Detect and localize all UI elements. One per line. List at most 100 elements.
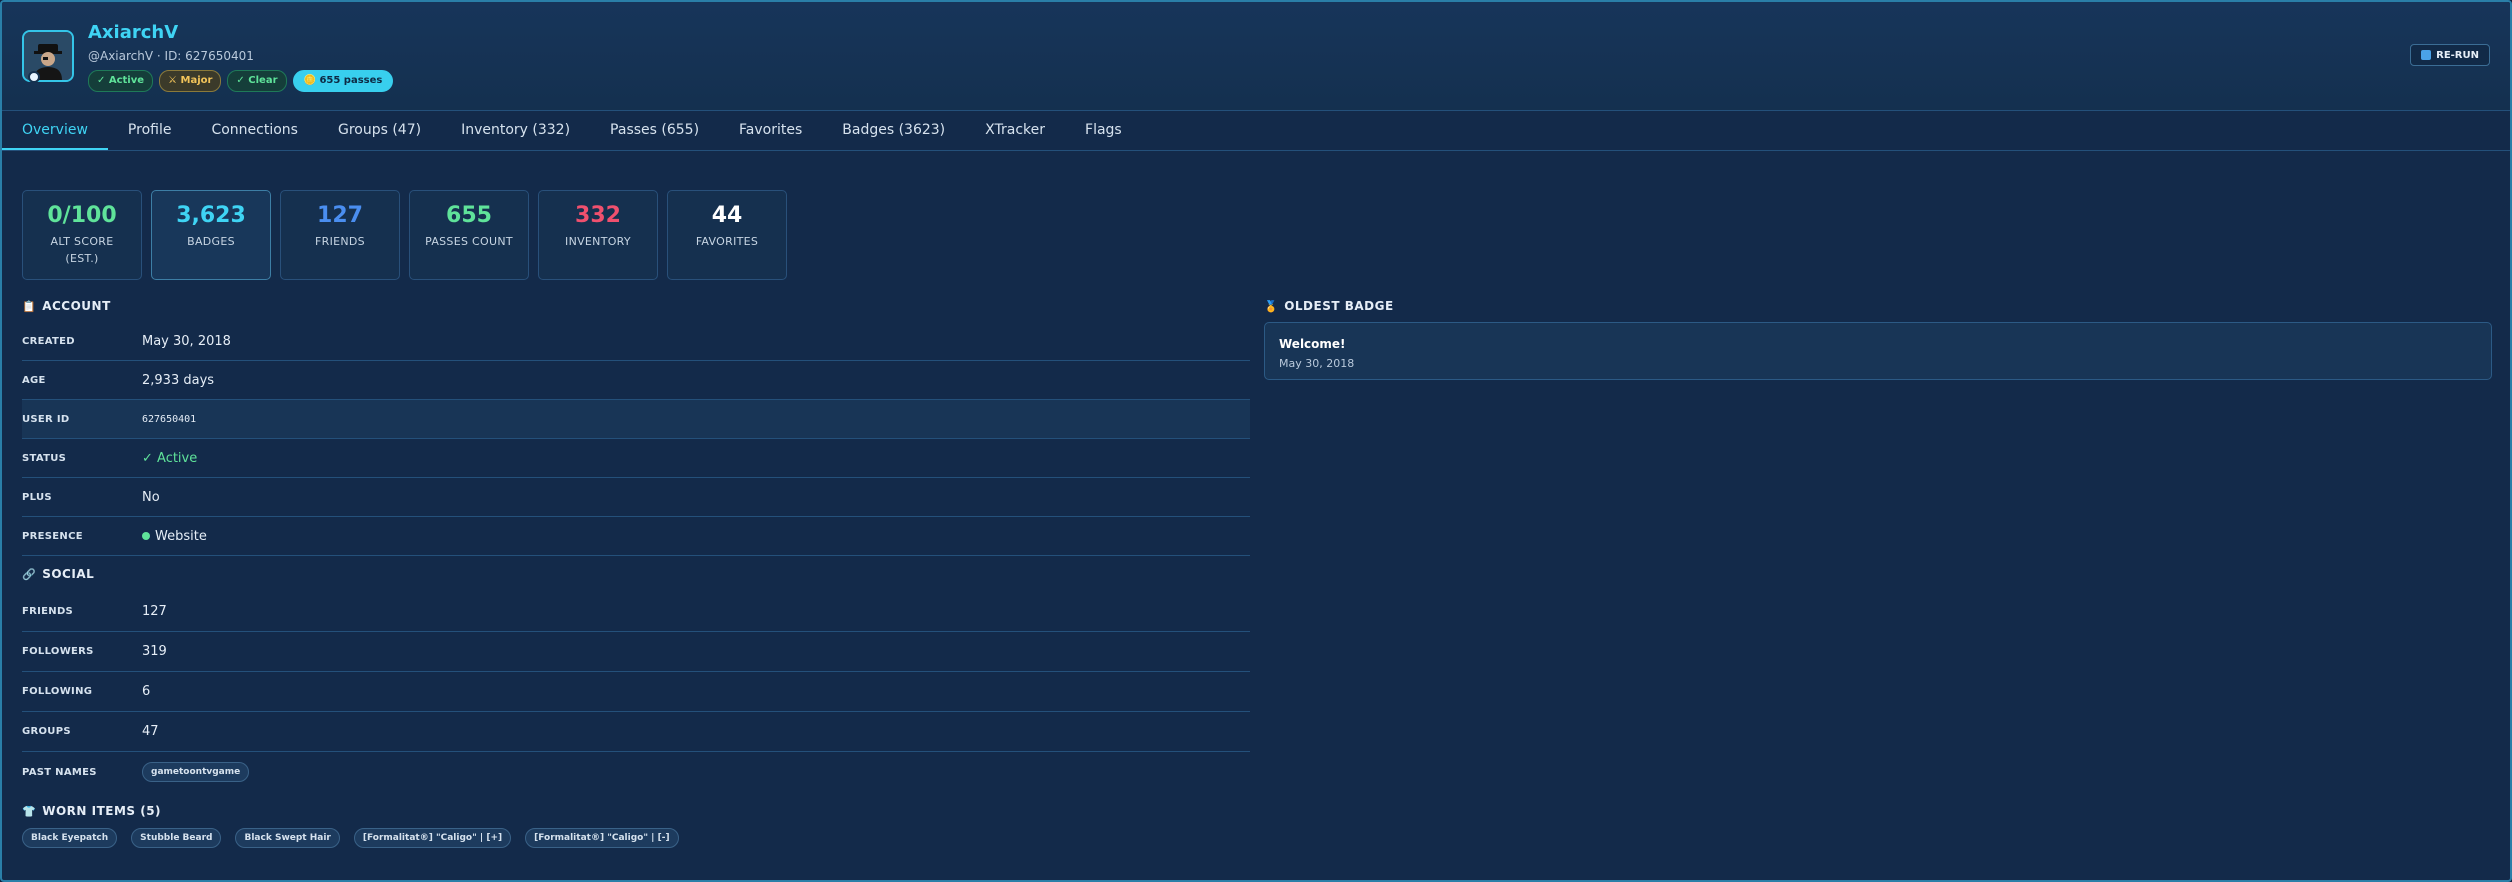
tab-overview[interactable]: Overview	[2, 110, 108, 150]
stat-value: 0/100	[47, 203, 117, 228]
tab-bar: Overview Profile Connections Groups (47)…	[2, 110, 2510, 151]
table-row: FRIENDS 127	[22, 592, 1250, 632]
badge-name: Welcome!	[1279, 337, 1346, 351]
row-value: 127	[142, 604, 167, 619]
presence-indicator	[28, 71, 40, 83]
stat-value: 127	[317, 203, 363, 228]
oldest-badge-card[interactable]: Welcome! May 30, 2018	[1264, 322, 2492, 380]
status-value: ✓ Active	[142, 450, 198, 466]
oldest-badge-title-text: OLDEST BADGE	[1284, 299, 1394, 313]
stat-label: FAVORITES	[695, 235, 759, 248]
row-key: FRIENDS	[22, 606, 74, 617]
row-key: CREATED	[22, 335, 75, 347]
username: AxiarchV	[88, 22, 179, 43]
row-value: 6	[142, 684, 151, 699]
status-badge-major: ⚔ Major	[159, 70, 222, 92]
row-key: AGE	[22, 374, 46, 386]
stat-label: BADGES	[187, 235, 235, 248]
table-row: STATUS ✓ Active	[22, 439, 1250, 478]
row-key: STATUS	[22, 452, 67, 464]
badge-date: May 30, 2018	[1279, 357, 1355, 370]
worn-item-chip[interactable]: [Formalitat®] "Caligo" | [+]	[353, 828, 512, 848]
refresh-icon	[2421, 50, 2432, 60]
row-value: 319	[142, 644, 167, 659]
status-badges: ✓ Active ⚔ Major ✓ Clear 🪙 655 passes	[88, 70, 394, 92]
row-value: 47	[142, 724, 159, 739]
social-section-title: 🔗 SOCIAL	[22, 567, 94, 581]
app-frame: AxiarchV @AxiarchV · ID: 627650401 ✓ Act…	[0, 0, 2512, 882]
table-row: AGE 2,933 days	[22, 361, 1250, 400]
table-row: FOLLOWING 6	[22, 672, 1250, 712]
stat-card-friends: 127 FRIENDS	[280, 190, 400, 280]
stat-value: 655	[446, 203, 492, 228]
stat-label: PASSES COUNT	[425, 235, 513, 248]
past-name-chip: gametoontvgame	[142, 762, 250, 782]
status-badge-clear: ✓ Clear	[227, 70, 287, 92]
table-row: CREATED May 30, 2018	[22, 322, 1250, 361]
social-title-text: SOCIAL	[42, 567, 95, 581]
tab-inventory[interactable]: Inventory (332)	[441, 110, 590, 150]
tab-badges[interactable]: Badges (3623)	[822, 110, 965, 150]
tab-profile[interactable]: Profile	[108, 110, 192, 150]
tab-flags[interactable]: Flags	[1065, 110, 1142, 150]
row-key: PLUS	[22, 491, 52, 503]
rerun-button[interactable]: RE-RUN	[2410, 44, 2490, 66]
row-value: No	[142, 489, 160, 505]
row-key: PRESENCE	[22, 530, 83, 542]
profile-header: AxiarchV @AxiarchV · ID: 627650401 ✓ Act…	[2, 2, 2510, 111]
tab-favorites[interactable]: Favorites	[719, 110, 822, 150]
stat-label: ALT SCORE (EST.)	[50, 235, 114, 265]
account-section-title: 📋 ACCOUNT	[22, 299, 111, 313]
row-value: 2,933 days	[142, 372, 215, 388]
passes-badge: 🪙 655 passes	[292, 70, 394, 92]
table-row: PLUS No	[22, 478, 1250, 517]
stat-label: FRIENDS	[315, 235, 365, 248]
row-key: PAST NAMES	[22, 766, 97, 778]
row-key: USER ID	[22, 413, 70, 425]
link-icon: 🔗	[22, 567, 37, 581]
account-title-text: ACCOUNT	[42, 299, 111, 313]
table-row: GROUPS 47	[22, 712, 1250, 752]
worn-item-chip[interactable]: Black Eyepatch	[22, 828, 118, 848]
table-row: USER ID 627650401	[22, 400, 1250, 439]
stat-label: INVENTORY	[565, 235, 631, 248]
stat-value: 44	[711, 203, 743, 228]
online-dot-icon	[142, 532, 150, 540]
tab-xtracker[interactable]: XTracker	[965, 110, 1065, 150]
stat-card-badges: 3,623 BADGES	[151, 190, 271, 280]
presence-text: Website	[155, 528, 207, 544]
row-key: FOLLOWERS	[22, 646, 94, 657]
presence-value: Website	[142, 529, 207, 544]
user-id-value[interactable]: 627650401	[142, 414, 196, 425]
row-value: May 30, 2018	[142, 333, 231, 349]
stat-card-favorites: 44 FAVORITES	[667, 190, 787, 280]
worn-items-list: Black Eyepatch Stubble Beard Black Swept…	[22, 828, 685, 848]
stat-value: 332	[575, 203, 621, 228]
stat-cards: 0/100 ALT SCORE (EST.) 3,623 BADGES 127 …	[22, 190, 787, 280]
worn-item-chip[interactable]: [Formalitat®] "Caligo" | [-]	[525, 828, 679, 848]
rerun-label: RE-RUN	[2436, 49, 2479, 61]
worn-item-chip[interactable]: Stubble Beard	[131, 828, 222, 848]
stat-card-alt-score: 0/100 ALT SCORE (EST.)	[22, 190, 142, 280]
clipboard-icon: 📋	[22, 299, 37, 313]
table-row: PAST NAMES gametoontvgame	[22, 752, 1250, 792]
row-key: GROUPS	[22, 726, 71, 737]
worn-items-section-title: 👕 WORN ITEMS (5)	[22, 804, 161, 818]
account-table: CREATED May 30, 2018 AGE 2,933 days USER…	[22, 322, 1250, 556]
status-badge-active: ✓ Active	[88, 70, 154, 92]
past-names-value: gametoontvgame	[142, 762, 255, 782]
shirt-icon: 👕	[22, 804, 37, 818]
social-table: FRIENDS 127 FOLLOWERS 319 FOLLOWING 6 GR…	[22, 592, 1250, 792]
tab-connections[interactable]: Connections	[191, 110, 318, 150]
row-key: FOLLOWING	[22, 686, 93, 697]
tab-passes[interactable]: Passes (655)	[590, 110, 719, 150]
stat-value: 3,623	[176, 203, 246, 228]
table-row: PRESENCE Website	[22, 517, 1250, 556]
tab-groups[interactable]: Groups (47)	[318, 110, 441, 150]
worn-item-chip[interactable]: Black Swept Hair	[235, 828, 340, 848]
worn-items-title-text: WORN ITEMS (5)	[42, 804, 162, 818]
medal-icon: 🏅	[1264, 299, 1279, 313]
table-row: FOLLOWERS 319	[22, 632, 1250, 672]
user-handle-and-id: @AxiarchV · ID: 627650401	[88, 49, 254, 63]
stat-card-inventory: 332 INVENTORY	[538, 190, 658, 280]
